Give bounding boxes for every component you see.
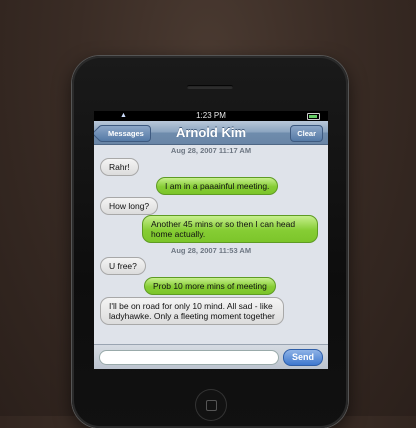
phone-screen: ▲ 1:23 PM Messages Arnold Kim Clear Aug … <box>94 111 328 369</box>
message-thread[interactable]: Aug 28, 2007 11:17 AM Rahr! I am in a pa… <box>94 145 328 335</box>
message-bubble-incoming: I'll be on road for only 10 mind. All sa… <box>100 297 284 325</box>
message-bubble-outgoing: I am in a paaainful meeting. <box>156 177 279 195</box>
status-time: 1:23 PM <box>196 111 226 120</box>
timestamp: Aug 28, 2007 11:17 AM <box>170 146 252 155</box>
earpiece-speaker <box>187 85 233 89</box>
message-bubble-incoming: U free? <box>100 257 146 275</box>
message-bubble-outgoing: Prob 10 more mins of meeting <box>144 277 276 295</box>
status-bar: ▲ 1:23 PM <box>94 111 328 121</box>
wifi-icon: ▲ <box>120 112 127 119</box>
send-button[interactable]: Send <box>282 349 323 366</box>
message-bubble-incoming: Rahr! <box>100 158 139 176</box>
clear-button[interactable]: Clear <box>290 125 323 142</box>
timestamp: Aug 28, 2007 11:53 AM <box>170 246 252 255</box>
nav-bar: Messages Arnold Kim Clear <box>94 121 328 145</box>
message-bubble-incoming: How long? <box>100 197 159 215</box>
message-input[interactable] <box>99 350 279 365</box>
compose-bar: Send <box>94 344 328 369</box>
message-bubble-outgoing: Another 45 mins or so then I can head ho… <box>142 215 318 243</box>
battery-icon <box>307 113 320 120</box>
